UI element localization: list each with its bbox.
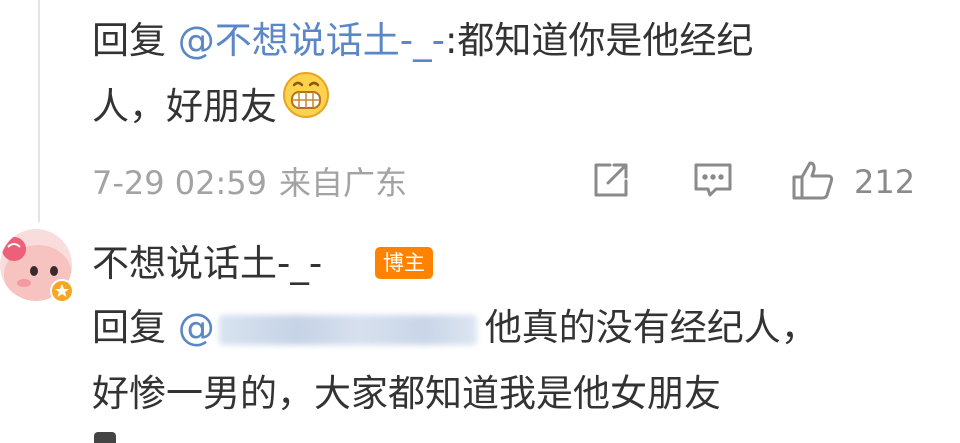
comment-1-body: :都知道你是他经纪 <box>444 19 754 62</box>
thumbs-up-icon <box>790 158 836 206</box>
comment-1-line-2: 人，好朋友 <box>92 72 753 141</box>
comment-1-line-1: 回复 @不想说话土-_-:都知道你是他经纪 <box>92 8 753 74</box>
comment-date: 7-29 02:59 <box>92 164 268 202</box>
username[interactable]: 不想说话土-_- <box>92 238 322 290</box>
blogger-badge: 博主 <box>375 247 433 279</box>
comment-2-line-2: 好惨一男的，大家都知道我是他女朋友 <box>92 361 818 427</box>
comment-location: 来自广东 <box>279 164 408 202</box>
mention-link[interactable]: @不想说话土-_- <box>178 19 445 62</box>
comment-1-meta: 7-29 02:59 来自广东 <box>92 162 407 204</box>
mention-link[interactable]: @ <box>178 306 215 349</box>
reply-prefix: 回复 <box>92 19 166 62</box>
cropped-text-fragment <box>94 432 116 443</box>
comment-2-body: 他真的没有经纪人， <box>484 306 818 349</box>
like-count: 212 <box>854 163 916 201</box>
comment-1-body-line-2: 人，好朋友 <box>92 85 277 128</box>
comment-1-text: 回复 @不想说话土-_-:都知道你是他经纪 人，好朋友 <box>92 8 753 141</box>
thread-line <box>38 0 40 222</box>
comment-button[interactable] <box>692 160 734 204</box>
grin-emoji-icon <box>281 70 331 141</box>
redacted-name <box>218 314 477 345</box>
share-button[interactable] <box>590 160 632 204</box>
share-icon <box>590 159 632 205</box>
avatar[interactable] <box>0 225 80 305</box>
like-button[interactable]: 212 <box>790 160 915 204</box>
comment-2-body-line-2: 好惨一男的，大家都知道我是他女朋友 <box>92 372 721 415</box>
reply-prefix: 回复 <box>92 306 166 349</box>
comment-2-text: 回复 @ 他真的没有经纪人， 好惨一男的，大家都知道我是他女朋友 <box>92 295 818 427</box>
comment-2-line-1: 回复 @ 他真的没有经纪人， <box>92 295 818 361</box>
comment-icon <box>692 159 734 205</box>
